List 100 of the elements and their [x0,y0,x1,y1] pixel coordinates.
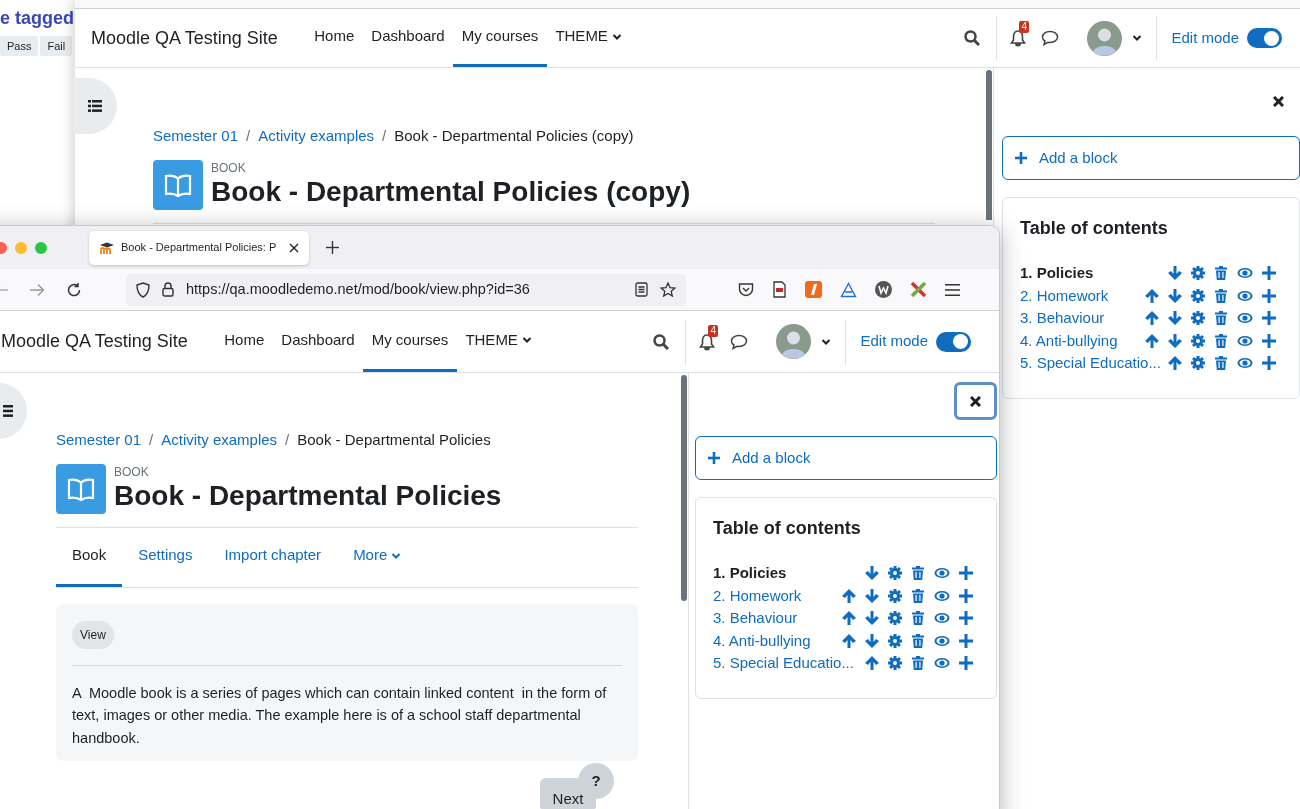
circle-logo-icon[interactable] [875,281,892,298]
chapter-link[interactable]: 4. Anti-bullying [713,629,842,652]
arrow-up-icon[interactable] [1168,356,1182,371]
arrow-down-icon[interactable] [865,588,879,603]
nav-item[interactable]: Dashboard [272,311,364,372]
nav-item[interactable]: My courses [453,9,547,67]
star-icon[interactable] [660,282,676,297]
settings-icon[interactable] [1191,333,1205,348]
arrow-up-icon[interactable] [1145,311,1159,326]
chapter-link[interactable]: 5. Special Educatio... [713,652,865,675]
chapter-link[interactable]: 5. Special Educatio... [1020,352,1168,375]
status-button[interactable]: Pass [0,36,39,56]
user-avatar[interactable] [776,324,812,359]
chat-icon[interactable] [730,333,749,350]
plus-icon[interactable] [959,633,973,648]
trash-icon[interactable] [1214,288,1228,303]
trash-icon[interactable] [1214,333,1228,348]
user-avatar[interactable] [1087,20,1123,56]
plus-icon[interactable] [1262,333,1276,348]
arrow-up-icon[interactable] [1145,333,1159,348]
edit-mode-toggle[interactable] [1247,28,1282,48]
plus-icon[interactable] [959,588,973,603]
plus-icon[interactable] [1262,266,1276,281]
arrow-down-icon[interactable] [865,566,879,581]
eye-icon[interactable] [1237,333,1253,348]
pocket-icon[interactable] [738,282,754,297]
breadcrumb-link[interactable]: Semester 01 [56,429,142,452]
nav-item[interactable]: THEME [456,311,541,372]
drawer-toggle-button[interactable] [73,78,117,134]
trash-icon[interactable] [1214,311,1228,326]
site-name[interactable]: Moodle QA Testing Site [91,24,278,52]
chapter-link[interactable]: 2. Homework [1020,284,1145,307]
trash-icon[interactable] [911,633,925,648]
chapter-link[interactable]: 3. Behaviour [713,607,842,630]
triangle-icon[interactable] [840,281,857,298]
settings-icon[interactable] [888,633,902,648]
arrow-down-icon[interactable] [1168,333,1182,348]
cross-icon[interactable] [910,281,927,298]
search-icon[interactable] [653,333,670,350]
bell-icon[interactable] [1009,29,1028,47]
close-icon[interactable] [289,242,299,253]
edit-mode-toggle[interactable] [936,331,971,352]
plus-icon[interactable] [959,611,973,626]
arrow-up-icon[interactable] [865,656,879,671]
breadcrumb-link[interactable]: Activity examples [161,429,278,452]
nav-item[interactable]: Dashboard [362,9,454,67]
trash-icon[interactable] [911,588,925,603]
menu-icon[interactable] [945,283,960,296]
status-button[interactable]: Fail [40,36,73,56]
settings-icon[interactable] [1191,311,1205,326]
arrow-up-icon[interactable] [1145,288,1159,303]
settings-icon[interactable] [1191,356,1205,371]
eye-icon[interactable] [934,611,950,626]
trash-icon[interactable] [911,656,925,671]
arrow-down-icon[interactable] [1168,266,1182,281]
eye-icon[interactable] [1237,288,1253,303]
eye-icon[interactable] [1237,311,1253,326]
arrow-down-icon[interactable] [865,633,879,648]
eye-icon[interactable] [934,588,950,603]
secondary-nav-tab[interactable]: Settings [122,527,209,587]
eye-icon[interactable] [1237,356,1253,371]
add-block-button[interactable]: Add a block [1002,136,1300,180]
site-name[interactable]: Moodle QA Testing Site [1,328,188,355]
eye-icon[interactable] [934,566,950,581]
secondary-nav-tab[interactable]: Import chapter [208,527,338,587]
settings-icon[interactable] [1191,288,1205,303]
settings-icon[interactable] [888,611,902,626]
breadcrumb-link[interactable]: Activity examples [258,125,375,148]
nav-item[interactable]: Home [215,311,273,372]
secondary-nav-tab[interactable]: Book [56,527,123,587]
settings-icon[interactable] [1191,266,1205,281]
eye-icon[interactable] [1237,266,1253,281]
trash-icon[interactable] [1214,266,1228,281]
arrow-up-icon[interactable] [842,588,856,603]
settings-icon[interactable] [888,656,902,671]
arrow-down-icon[interactable] [865,611,879,626]
plus-icon[interactable] [1262,356,1276,371]
plus-icon[interactable] [1262,288,1276,303]
chapter-link[interactable]: 3. Behaviour [1020,307,1145,330]
eye-icon[interactable] [934,633,950,648]
chapter-link[interactable]: 4. Anti-bullying [1020,329,1145,352]
nav-item[interactable]: THEME [546,9,631,67]
eye-icon[interactable] [934,656,950,671]
trash-icon[interactable] [1214,356,1228,371]
plus-icon[interactable] [959,566,973,581]
search-icon[interactable] [964,30,981,46]
secondary-nav-tab[interactable]: More [337,527,418,587]
reload-icon[interactable] [66,281,82,298]
arrow-up-icon[interactable] [842,611,856,626]
add-block-button[interactable]: Add a block [695,436,997,480]
new-tab-icon[interactable] [326,241,339,254]
trash-icon[interactable] [911,566,925,581]
bell-icon[interactable] [698,332,717,351]
arrow-down-icon[interactable] [1168,288,1182,303]
close-button[interactable] [954,382,997,420]
document-icon[interactable] [772,281,787,298]
extension-icon[interactable] [805,281,822,298]
chapter-link[interactable]: 2. Homework [713,584,842,607]
settings-icon[interactable] [888,588,902,603]
chat-icon[interactable] [1041,30,1060,46]
